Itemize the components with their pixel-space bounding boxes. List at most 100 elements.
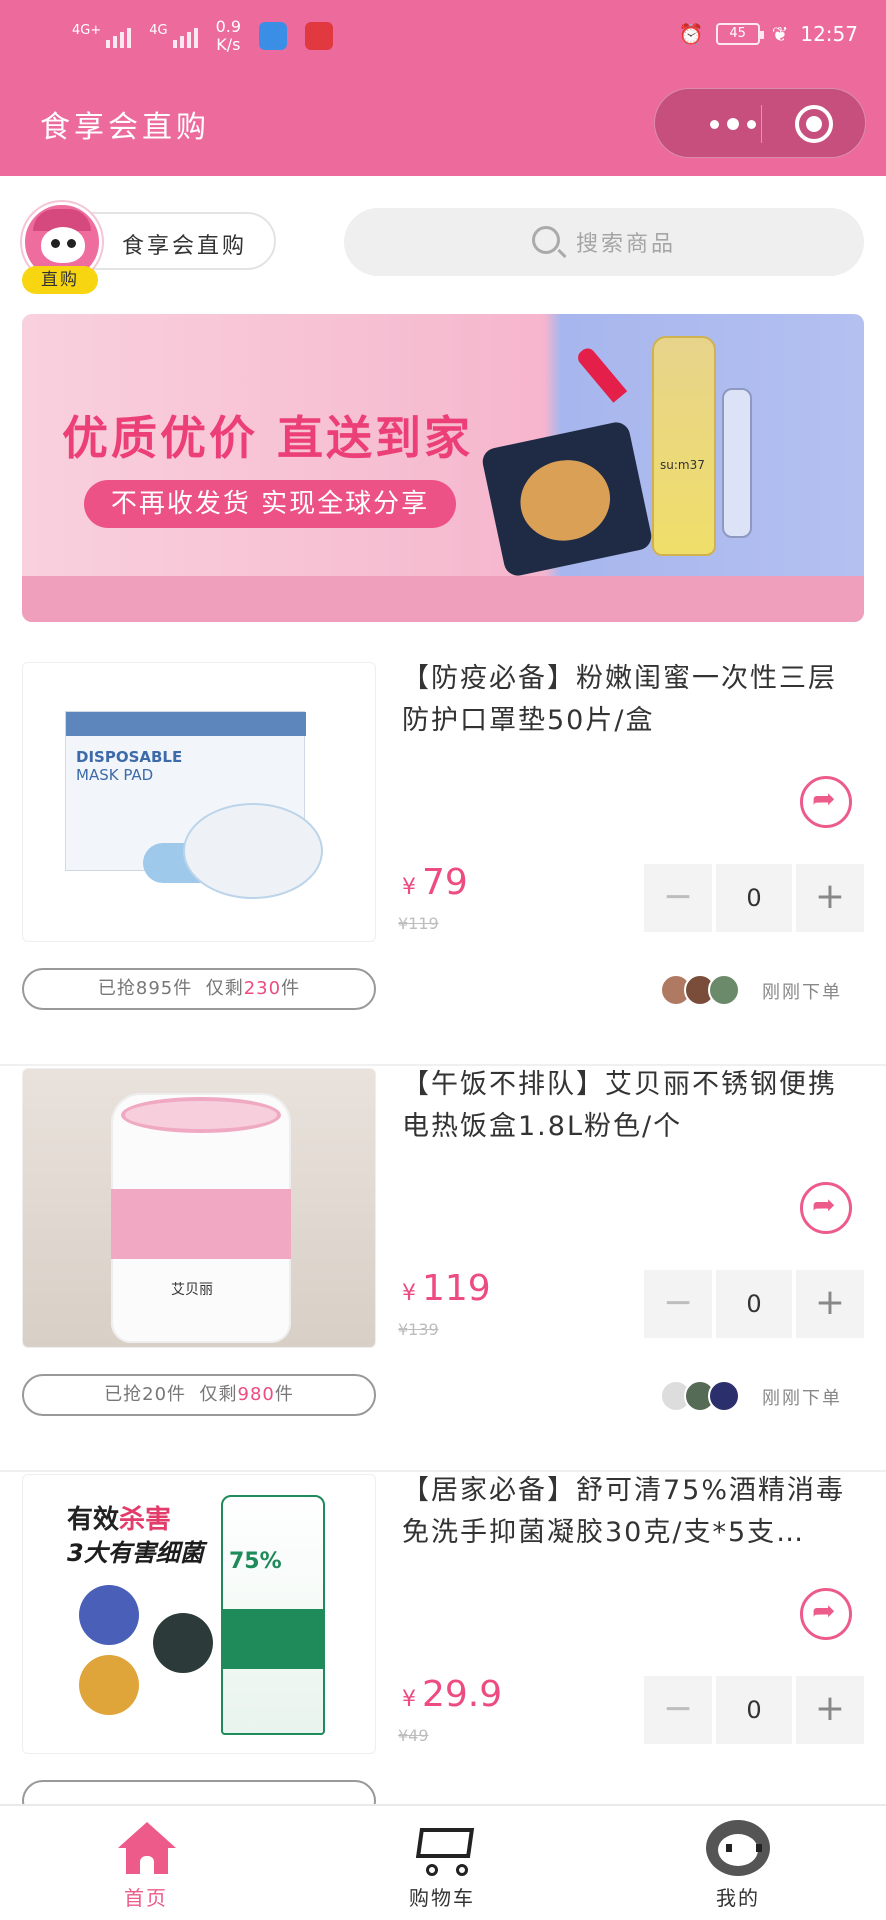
recent-buyers [660,974,740,1006]
tab-home[interactable]: 首页 [46,1806,246,1920]
tab-profile[interactable]: 我的 [638,1806,838,1920]
network-indicators: 4G+ 4G 0.9 K/s [72,18,334,54]
share-icon[interactable] [800,1588,852,1640]
alarm-icon: ⏰ [678,22,704,46]
sold-unit: 件 [173,978,193,999]
share-icon[interactable] [800,776,852,828]
stock-status: 已抢895件 仅剩230件 [22,968,376,1010]
product-image[interactable]: DISPOSABLE MASK PAD [22,662,376,942]
share-icon[interactable] [800,1182,852,1234]
signal-icon-2: 4G [149,23,198,48]
sold-count: 20 [142,1384,168,1405]
quantity-value[interactable]: 0 [716,1676,792,1744]
profile-icon [706,1820,770,1876]
product-price: ¥79 [402,862,468,903]
product-card[interactable]: 艾贝丽 【午饭不排队】艾贝丽不锈钢便携电热饭盒1.8L粉色/个 ¥119 ¥13… [0,1068,886,1472]
product-card[interactable]: DISPOSABLE MASK PAD 【防疫必备】粉嫩闺蜜一次性三层防护口罩垫… [0,662,886,1066]
search-placeholder: 搜索商品 [576,232,677,257]
red-app-notification-icon [305,22,334,50]
increase-button[interactable]: + [796,1270,864,1338]
shop-tag: 直购 [22,266,98,294]
increase-button[interactable]: + [796,1676,864,1744]
quantity-stepper: − 0 + [644,1270,864,1338]
search-icon [532,226,560,254]
sold-prefix: 已抢 [104,1384,143,1405]
battery-level: 45 [729,26,746,41]
quantity-value[interactable]: 0 [716,864,792,932]
network-type-2: 4G [149,23,168,38]
bacteria-image [153,1613,213,1673]
original-price: ¥119 [398,914,439,933]
status-right: ⏰ 45 ❦ 12:57 [679,22,858,46]
tab-label: 购物车 [409,1886,475,1910]
net-speed-value: 0.9 [215,17,242,36]
remain-prefix: 仅剩 [205,978,244,999]
miniprogram-capsule [654,88,866,158]
product-image[interactable]: 有效杀害 3大有害细菌 75% [22,1474,376,1754]
product-name[interactable]: 【居家必备】舒可清75%酒精消毒免洗手抑菌凝胶30克/支*5支… [402,1470,864,1554]
tube-image [722,388,752,538]
clock: 12:57 [800,22,858,46]
currency-symbol: ¥ [402,1687,416,1712]
avatar [708,974,740,1006]
net-speed: 0.9 K/s [216,18,241,54]
more-menu-icon[interactable] [685,89,781,159]
product-image-text: 3大有害细菌 [67,1539,204,1567]
cart-icon [408,1820,478,1876]
quantity-stepper: − 0 + [644,1676,864,1744]
signal-icon-1: 4G+ [72,23,132,48]
close-target-icon[interactable] [795,105,833,143]
currency-symbol: ¥ [402,1281,416,1306]
original-price: ¥49 [398,1726,429,1745]
recent-buyers [660,1380,740,1412]
product-image-text: 艾贝丽 [171,1282,213,1298]
image-text-part: 杀害 [119,1505,172,1535]
app-notification-icon [259,22,288,50]
recent-order-text: 刚刚下单 [762,1388,842,1409]
sold-prefix: 已抢 [97,978,136,999]
net-speed-unit: K/s [216,35,241,54]
remain-count: 230 [243,978,282,999]
capsule-divider [761,105,762,143]
quantity-value[interactable]: 0 [716,1270,792,1338]
quantity-stepper: − 0 + [644,864,864,932]
battery-icon: 45 [715,23,764,45]
product-price: ¥29.9 [402,1674,502,1715]
product-image-text: DISPOSABLE [76,748,183,766]
leaf-icon: ❦ [771,22,789,46]
product-price: ¥119 [402,1268,491,1309]
banner-floor [22,576,864,622]
header-bar: 4G+ 4G 0.9 K/s ⏰ 45 ❦ 12:57 食享会直购 [0,0,886,176]
product-image-text: MASK PAD [76,766,154,784]
tab-label: 我的 [716,1886,760,1910]
price-value: 119 [422,1268,491,1309]
decrease-button[interactable]: − [644,864,712,932]
tab-cart[interactable]: 购物车 [342,1806,542,1920]
price-value: 79 [422,862,468,903]
sold-count: 895 [135,978,174,999]
remain-prefix: 仅剩 [199,1384,238,1405]
bottom-tab-bar: 首页 购物车 我的 [0,1804,886,1920]
remain-count: 980 [237,1384,275,1405]
increase-button[interactable]: + [796,864,864,932]
price-value: 29.9 [422,1674,503,1715]
product-name[interactable]: 【午饭不排队】艾贝丽不锈钢便携电热饭盒1.8L粉色/个 [402,1064,864,1148]
decrease-button[interactable]: − [644,1676,712,1744]
search-input[interactable]: 搜索商品 [344,208,864,276]
product-name[interactable]: 【防疫必备】粉嫩闺蜜一次性三层防护口罩垫50片/盒 [402,658,864,742]
decrease-button[interactable]: − [644,1270,712,1338]
remain-unit: 件 [274,1384,294,1405]
gel-tube-image: 75% [221,1495,325,1735]
page-title: 食享会直购 [40,110,210,145]
lipstick-image [574,345,628,403]
sold-unit: 件 [167,1384,187,1405]
shop-name: 食享会直购 [122,234,248,259]
product-image[interactable]: 艾贝丽 [22,1068,376,1348]
banner-subline: 不再收发货 实现全球分享 [84,480,456,528]
bacteria-image [79,1585,139,1645]
remain-unit: 件 [281,978,301,999]
image-text-part: 有效 [67,1505,120,1535]
promo-banner[interactable]: 优质优价 直送到家 不再收发货 实现全球分享 su:m37 [22,314,864,622]
bacteria-image [79,1655,139,1715]
product-image-text: 有效杀害 [67,1499,171,1536]
